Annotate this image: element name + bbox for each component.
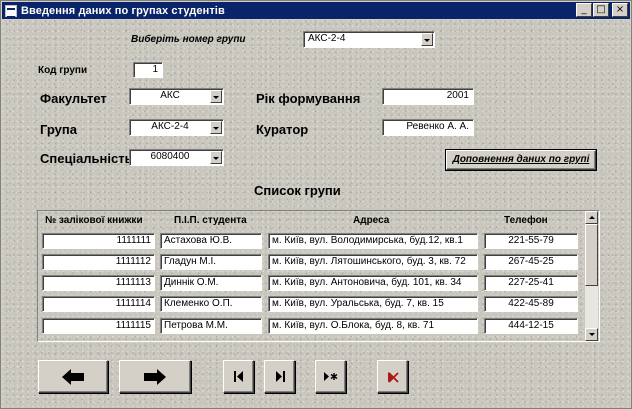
- delete-record-icon: [387, 371, 399, 383]
- student-name-cell[interactable]: Петрова М.М.: [160, 318, 262, 334]
- list-scrollbar[interactable]: [585, 211, 598, 341]
- arrow-right-icon: [144, 368, 166, 385]
- next-record-button[interactable]: [119, 360, 191, 393]
- specialty-combo[interactable]: 6080400: [129, 149, 224, 166]
- record-book-cell[interactable]: 1111114: [42, 296, 155, 312]
- arrow-left-icon: [62, 368, 84, 385]
- curator-field[interactable]: Ревенко А. А.: [382, 119, 474, 136]
- minimize-button[interactable]: _: [576, 3, 592, 17]
- column-header-phone: Телефон: [504, 215, 548, 226]
- chevron-down-icon[interactable]: [210, 121, 222, 134]
- app-window: Введення даних по групах студентів _ □ ×…: [0, 0, 632, 409]
- faculty-combo[interactable]: АКС: [129, 88, 224, 105]
- address-cell[interactable]: м. Київ, вул. Уральська, буд. 7, кв. 15: [268, 296, 478, 312]
- new-record-button[interactable]: [315, 360, 346, 393]
- supplement-group-button[interactable]: Доповнення даних по групі: [445, 149, 597, 171]
- record-book-cell[interactable]: 1111112: [42, 254, 155, 270]
- group-selector-value: АКС-2-4: [308, 33, 346, 44]
- maximize-button[interactable]: □: [593, 3, 609, 17]
- scroll-down-icon[interactable]: [585, 328, 598, 341]
- scroll-up-icon[interactable]: [585, 211, 598, 224]
- title-bar[interactable]: Введення даних по групах студентів _ □ ×: [2, 2, 630, 19]
- window-title: Введення даних по групах студентів: [21, 4, 225, 17]
- form-icon: [5, 4, 17, 18]
- column-header-address: Адреса: [353, 215, 390, 226]
- list-title: Список групи: [254, 183, 341, 198]
- curator-label: Куратор: [256, 122, 309, 137]
- scroll-thumb[interactable]: [585, 224, 598, 286]
- chevron-down-icon[interactable]: [210, 151, 222, 164]
- phone-cell[interactable]: 422-45-89: [484, 296, 578, 312]
- student-name-cell[interactable]: Клеменко О.П.: [160, 296, 262, 312]
- student-name-cell[interactable]: Гладун М.І.: [160, 254, 262, 270]
- last-record-button[interactable]: [264, 360, 295, 393]
- specialty-value: 6080400: [150, 151, 190, 162]
- record-book-cell[interactable]: 1111115: [42, 318, 155, 334]
- specialty-label: Спеціальність: [40, 151, 133, 166]
- group-value: АКС-2-4: [151, 121, 189, 132]
- faculty-value: АКС: [160, 90, 180, 101]
- chevron-down-icon[interactable]: [421, 33, 433, 46]
- address-cell[interactable]: м. Київ, вул. О.Блока, буд. 8, кв. 71: [268, 318, 478, 334]
- column-header-student-name: П.І.П. студента: [174, 215, 247, 226]
- close-button[interactable]: ×: [612, 3, 628, 17]
- form-body: Виберіть номер групи АКС-2-4 Код групи 1…: [2, 20, 630, 408]
- student-name-cell[interactable]: Астахова Ю.В.: [160, 233, 262, 249]
- first-record-icon: [233, 371, 243, 382]
- delete-record-button[interactable]: [377, 360, 408, 393]
- group-selector-label: Виберіть номер групи: [131, 34, 246, 45]
- last-record-icon: [275, 371, 285, 382]
- record-book-cell[interactable]: 1111111: [42, 233, 155, 249]
- address-cell[interactable]: м. Київ, вул. Антоновича, буд. 101, кв. …: [268, 275, 478, 291]
- group-combo[interactable]: АКС-2-4: [129, 119, 224, 136]
- window-controls: _ □ ×: [575, 3, 628, 17]
- student-name-cell[interactable]: Диннік О.М.: [160, 275, 262, 291]
- phone-cell[interactable]: 267-45-25: [484, 254, 578, 270]
- new-record-icon: [323, 372, 337, 381]
- group-label: Група: [40, 122, 77, 137]
- chevron-down-icon[interactable]: [210, 90, 222, 103]
- faculty-label: Факультет: [40, 91, 107, 106]
- year-label: Рік формування: [256, 91, 361, 106]
- group-code-label: Код групи: [38, 65, 88, 76]
- previous-record-button[interactable]: [38, 360, 108, 393]
- phone-cell[interactable]: 444-12-15: [484, 318, 578, 334]
- address-cell[interactable]: м. Київ, вул. Лятошинського, буд. 3, кв.…: [268, 254, 478, 270]
- phone-cell[interactable]: 227-25-41: [484, 275, 578, 291]
- group-selector-combo[interactable]: АКС-2-4: [303, 31, 435, 48]
- year-field[interactable]: 2001: [382, 88, 474, 105]
- phone-cell[interactable]: 221-55-79: [484, 233, 578, 249]
- first-record-button[interactable]: [223, 360, 254, 393]
- group-code-field[interactable]: 1: [133, 62, 163, 78]
- record-book-cell[interactable]: 1111113: [42, 275, 155, 291]
- address-cell[interactable]: м. Київ, вул. Володимирська, буд.12, кв.…: [268, 233, 478, 249]
- column-header-record-book: № залікової книжки: [45, 215, 143, 226]
